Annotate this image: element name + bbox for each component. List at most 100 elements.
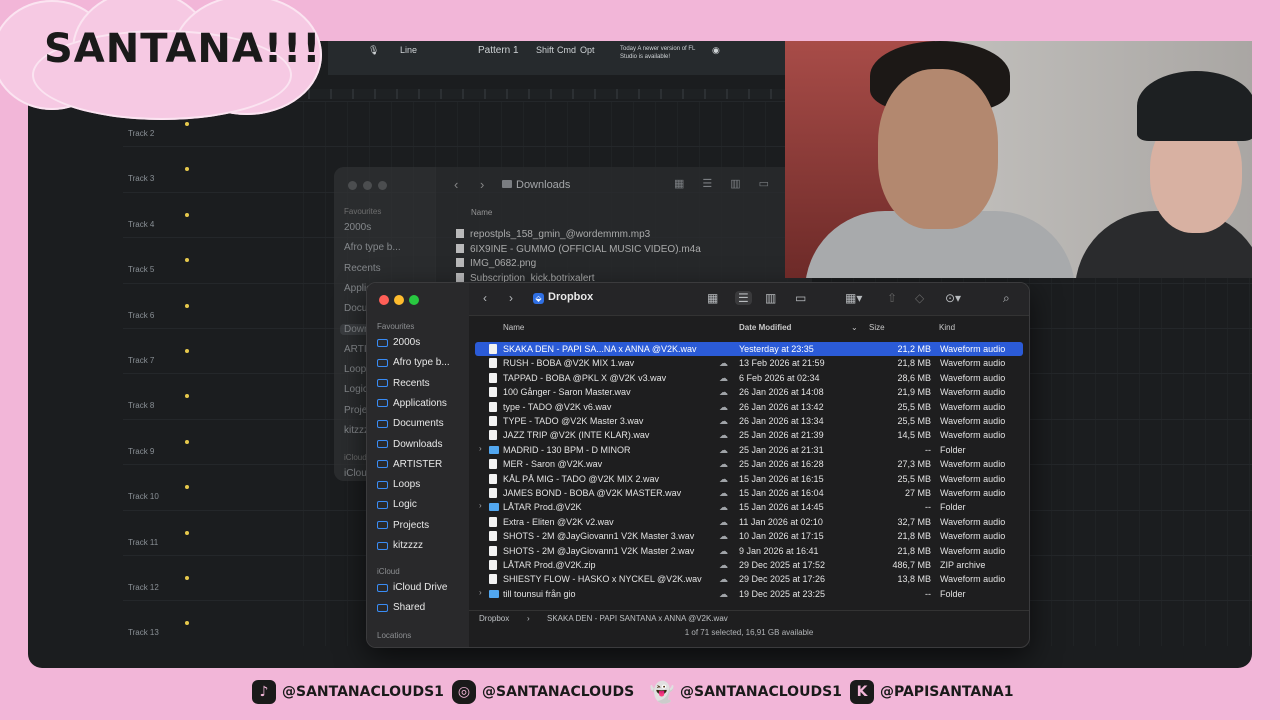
- sidebar-item[interactable]: 2000s: [377, 337, 420, 348]
- cloud-download-icon[interactable]: ☁: [719, 445, 728, 456]
- track-indicator-icon[interactable]: [185, 122, 189, 126]
- pattern-selector[interactable]: Pattern 1: [478, 45, 519, 56]
- downloads-file-row[interactable]: 6IX9INE - GUMMO (OFFICIAL MUSIC VIDEO).m…: [456, 243, 701, 255]
- sidebar-item-shared[interactable]: Shared: [377, 602, 425, 613]
- file-row[interactable]: MER - Saron @V2K.wav 25 Jan 2026 at 16:28…: [475, 457, 1023, 471]
- cloud-download-icon[interactable]: ☁: [719, 502, 728, 513]
- cloud-download-icon[interactable]: ☁: [719, 402, 728, 413]
- disclosure-chevron-icon[interactable]: ›: [479, 588, 482, 597]
- column-name[interactable]: Name: [503, 323, 524, 332]
- tag-icon[interactable]: ◇: [915, 291, 924, 305]
- file-row[interactable]: › till tounsui från gio 19 Dec 2025 at 23:…: [475, 587, 1023, 601]
- cloud-download-icon[interactable]: ☁: [719, 459, 728, 470]
- cloud-download-icon[interactable]: ☁: [719, 589, 728, 600]
- track-indicator-icon[interactable]: [185, 303, 189, 308]
- downloads-sidebar-item[interactable]: 2000s: [344, 222, 371, 233]
- forward-arrow-icon[interactable]: ›: [480, 177, 484, 192]
- disclosure-chevron-icon[interactable]: ›: [479, 501, 482, 510]
- minimize-button[interactable]: [394, 295, 404, 305]
- sidebar-item[interactable]: Projects: [377, 520, 429, 531]
- track-indicator-icon[interactable]: [185, 485, 189, 490]
- sidebar-item[interactable]: Loops: [377, 479, 420, 490]
- path-dropbox[interactable]: Dropbox: [479, 614, 509, 623]
- file-row[interactable]: 100 Gånger - Saron Master.wav 26 Jan 2026…: [475, 385, 1023, 399]
- file-row[interactable]: SHOTS - 2M @JayGiovann1 V2K Master 2.wav…: [475, 544, 1023, 558]
- sidebar-item[interactable]: Recents: [377, 378, 430, 389]
- track-indicator-icon[interactable]: [185, 258, 189, 263]
- file-row[interactable]: Extra - Eliten @V2K v2.wav 11 Jan 2026 at…: [475, 515, 1023, 529]
- disclosure-chevron-icon[interactable]: ›: [479, 444, 482, 453]
- path-file[interactable]: SKAKA DEN - PAPI SANTANA x ANNA @V2K.wav: [547, 614, 728, 623]
- zoom-button[interactable]: [409, 295, 419, 305]
- file-row[interactable]: TAPPAD - BOBA @PKL X @V2K v3.wav 6 Feb 20…: [475, 371, 1023, 385]
- sort-chevron-icon[interactable]: ⌄: [851, 323, 858, 332]
- file-row[interactable]: › MADRID - 130 BPM - D MINOR 25 Jan 2026 a…: [475, 443, 1023, 457]
- cloud-download-icon[interactable]: ☁: [719, 488, 728, 499]
- downloads-sidebar-item[interactable]: Logic: [344, 384, 368, 395]
- mode-line[interactable]: Line: [400, 45, 417, 55]
- file-row[interactable]: LÅTAR Prod.@V2K.zip 29 Dec 2025 at 17:52 4…: [475, 558, 1023, 572]
- column-view-icon[interactable]: ▥: [765, 291, 776, 305]
- cloud-download-icon[interactable]: ☁: [719, 531, 728, 542]
- file-row[interactable]: › LÅTAR Prod.@V2K 15 Jan 2026 at 14:45 -- Fo…: [475, 500, 1023, 514]
- cloud-download-icon[interactable]: ☁: [719, 416, 728, 427]
- downloads-column-name[interactable]: Name: [471, 208, 492, 217]
- file-row[interactable]: TYPE - TADO @V2K Master 3.wav 26 Jan 2026…: [475, 414, 1023, 428]
- downloads-file-row[interactable]: repostpls_158_gmin_@wordemmm.mp3: [456, 229, 650, 240]
- file-row[interactable]: JAMES BOND - BOBA @V2K MASTER.wav 15 Jan …: [475, 486, 1023, 500]
- grid-view-icon[interactable]: ▦: [707, 291, 718, 305]
- cloud-download-icon[interactable]: ☁: [719, 474, 728, 485]
- track-indicator-icon[interactable]: [185, 394, 189, 399]
- track-indicator-icon[interactable]: [185, 576, 189, 580]
- cloud-download-icon[interactable]: ☁: [719, 387, 728, 398]
- globe-icon[interactable]: ◉: [712, 45, 720, 56]
- file-row[interactable]: RUSH - BOBA @V2K MIX 1.wav 13 Feb 2026 at…: [475, 356, 1023, 370]
- back-arrow-icon[interactable]: ‹: [483, 291, 487, 305]
- file-row[interactable]: SHOTS - 2M @JayGiovann1 V2K Master 3.wav…: [475, 529, 1023, 543]
- cloud-download-icon[interactable]: ☁: [719, 517, 728, 528]
- track-indicator-icon[interactable]: [185, 349, 189, 353]
- file-row[interactable]: KÅL PÅ MIG - TADO @V2K MIX 2.wav 15 Jan 2…: [475, 472, 1023, 486]
- column-size[interactable]: Size: [869, 323, 885, 332]
- file-row[interactable]: SHIESTY FLOW - HASKO x NYCKEL @V2K.wav 29…: [475, 572, 1023, 586]
- track-indicator-icon[interactable]: [185, 439, 189, 444]
- forward-arrow-icon[interactable]: ›: [509, 291, 513, 305]
- close-button[interactable]: [379, 295, 389, 305]
- sidebar-item[interactable]: ARTISTER: [377, 459, 442, 470]
- cloud-download-icon[interactable]: ☁: [719, 430, 728, 441]
- track-indicator-icon[interactable]: [185, 621, 189, 626]
- mode-shift[interactable]: Shift: [536, 45, 554, 55]
- more-options-icon[interactable]: ⊙▾: [945, 291, 961, 305]
- track-indicator-icon[interactable]: [185, 530, 189, 535]
- cloud-download-icon[interactable]: ☁: [719, 574, 728, 585]
- downloads-sidebar-item[interactable]: Afro type b...: [344, 242, 401, 253]
- cloud-download-icon[interactable]: ☁: [719, 373, 728, 384]
- view-mode-icons[interactable]: ▦☰▥▭: [674, 177, 787, 190]
- sidebar-item[interactable]: Applications: [377, 398, 447, 409]
- file-row[interactable]: JAZZ TRIP @V2K (INTE KLAR).wav 25 Jan 202…: [475, 428, 1023, 442]
- mode-opt[interactable]: Opt: [580, 45, 595, 55]
- track-indicator-icon[interactable]: [185, 212, 189, 217]
- downloads-file-row[interactable]: IMG_0682.png: [456, 258, 536, 269]
- share-icon[interactable]: ⇧: [887, 291, 897, 305]
- sidebar-item-icloud-drive[interactable]: iCloud Drive: [377, 582, 447, 593]
- cloud-download-icon[interactable]: ☁: [719, 358, 728, 369]
- back-arrow-icon[interactable]: ‹: [454, 177, 458, 192]
- file-row[interactable]: type - TADO @V2K v6.wav 26 Jan 2026 at 13…: [475, 400, 1023, 414]
- sidebar-item[interactable]: kitzzzz: [377, 540, 423, 551]
- group-icon[interactable]: ▦▾: [845, 291, 862, 305]
- column-kind[interactable]: Kind: [939, 323, 955, 332]
- column-date-modified[interactable]: Date Modified: [739, 323, 791, 332]
- sidebar-item[interactable]: Downloads: [377, 439, 442, 450]
- cloud-download-icon[interactable]: ☁: [719, 560, 728, 571]
- downloads-sidebar-item[interactable]: Recents: [344, 263, 381, 274]
- update-notice[interactable]: Today A newer version of FL Studio is av…: [620, 45, 710, 61]
- mode-cmd[interactable]: Cmd: [557, 45, 576, 55]
- cloud-download-icon[interactable]: ☁: [719, 546, 728, 557]
- search-icon[interactable]: ⌕: [1003, 291, 1010, 306]
- track-indicator-icon[interactable]: [185, 167, 189, 172]
- sidebar-item[interactable]: Afro type b...: [377, 357, 450, 368]
- sidebar-item[interactable]: Logic: [377, 499, 417, 510]
- timeline-ruler[interactable]: [308, 89, 812, 99]
- mic-icon[interactable]: 🎙: [368, 45, 379, 56]
